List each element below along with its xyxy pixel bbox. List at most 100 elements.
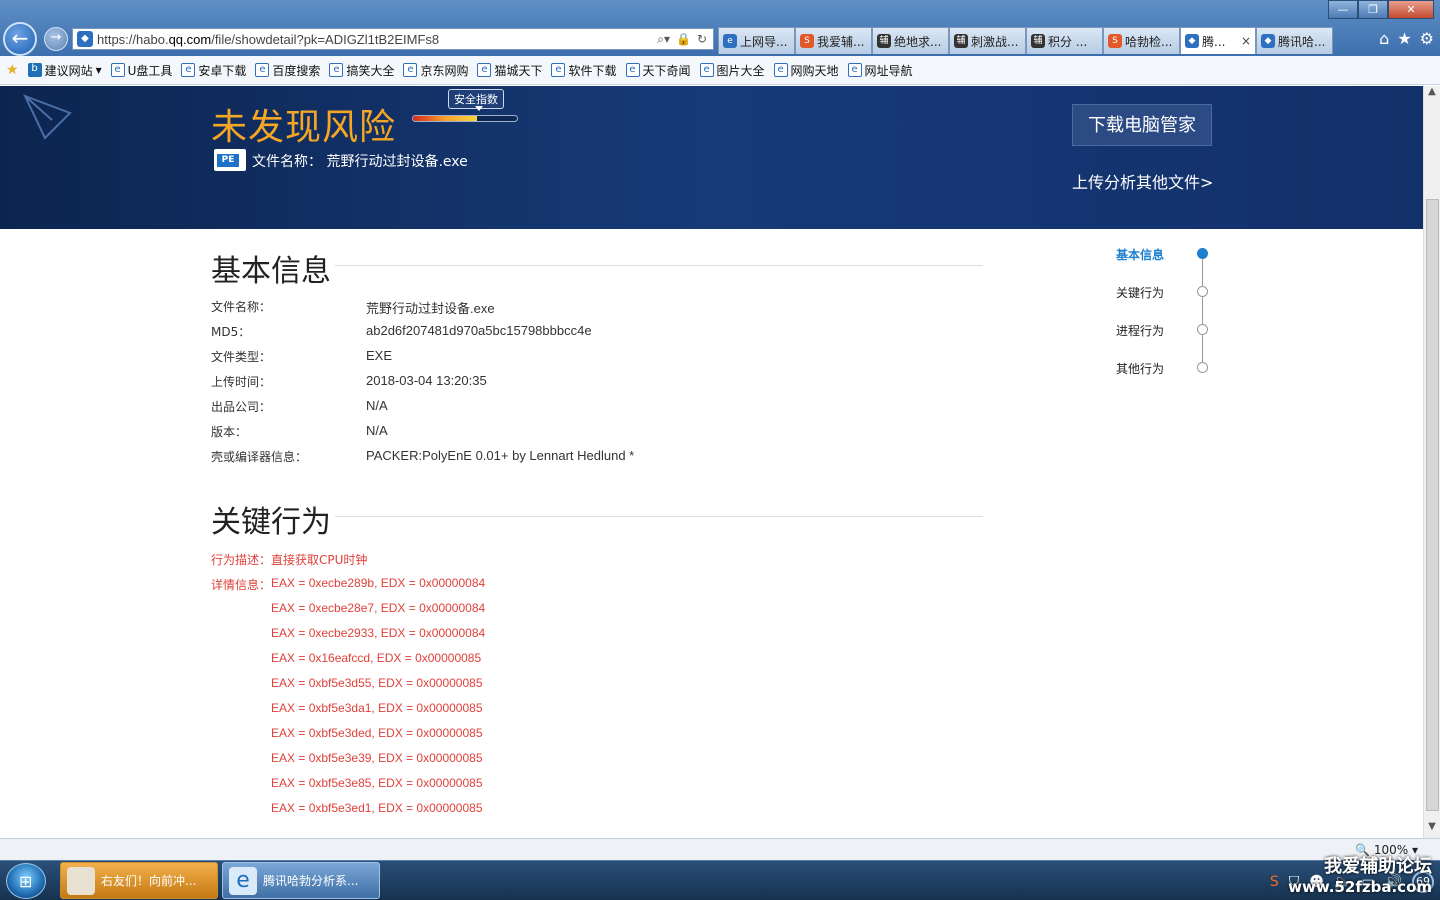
scroll-thumb[interactable] <box>1426 199 1439 811</box>
tab-strip: e 上网导... S 我爱辅... 辅绝地求... 辅刺激战... 辅积分 ... S 哈勃检.… <box>718 27 1333 54</box>
minimize-button[interactable]: — <box>1328 0 1358 19</box>
key-behavior-title: 关键行为 <box>211 505 331 540</box>
arrow-right-icon: → <box>50 30 62 45</box>
favorite-label: 图片大全 <box>716 63 765 78</box>
ie-icon: e <box>773 63 788 77</box>
zoom-icon: 🔍 <box>1355 843 1371 857</box>
favorite-link[interactable]: e 搞笑大全 <box>329 62 394 79</box>
search-icon[interactable]: ⌕▾ <box>657 32 670 47</box>
info-value: N/A <box>366 398 388 413</box>
side-nav-dot-icon[interactable] <box>1197 362 1208 373</box>
taskbar-item-chat[interactable]: 右友们！向前冲... <box>60 862 218 899</box>
side-nav-dot-icon[interactable] <box>1197 248 1208 259</box>
address-bar[interactable]: ◆ https://habo.qq.com/file/showdetail?pk… <box>72 28 714 50</box>
behavior-detail-line: EAX = 0xbf5e3d55, EDX = 0x00000085 <box>271 676 483 690</box>
browser-tab[interactable]: 辅积分 ... <box>1026 27 1103 54</box>
browser-tab[interactable]: S 我爱辅... <box>795 27 872 54</box>
favorite-label: 搞笑大全 <box>346 63 395 78</box>
favorite-link[interactable]: e 图片大全 <box>699 62 765 79</box>
url-text[interactable]: https://habo.qq.com/file/showdetail?pk=A… <box>97 32 657 47</box>
side-nav-item[interactable]: 进程行为 <box>1116 322 1164 339</box>
taskbar-item-ie[interactable]: e 腾讯哈勃分析系... <box>222 862 380 899</box>
browser-tab[interactable]: 辅刺激战... <box>949 27 1026 54</box>
chat-app-icon <box>67 866 95 895</box>
favorite-label: 网址导航 <box>864 63 913 78</box>
info-row: 文件名称： 荒野行动过封设备.exe <box>211 298 495 317</box>
favorites-star-icon[interactable]: ★ <box>1397 29 1411 48</box>
site-favicon-icon: ◆ <box>77 31 93 47</box>
info-key: 出品公司： <box>211 400 272 414</box>
favorite-link[interactable]: e 天下奇闻 <box>625 62 691 79</box>
windows-logo-icon: ⊞ <box>19 872 33 891</box>
favorite-link[interactable]: e U盘工具 <box>110 62 173 79</box>
close-window-button[interactable]: ✕ <box>1388 0 1434 19</box>
tab-label: 积分 ... <box>1048 34 1088 49</box>
side-nav-item[interactable]: 基本信息 <box>1116 246 1164 263</box>
favorite-link[interactable]: e 安卓下载 <box>181 62 246 79</box>
browser-tab[interactable]: e 上网导... <box>718 27 795 54</box>
arrow-left-icon: ← <box>11 26 29 50</box>
browser-tab[interactable]: ◆ 腾讯哈... <box>1256 27 1333 54</box>
vertical-scrollbar[interactable]: ▲ ▼ <box>1423 86 1440 838</box>
gauge-pointer-icon <box>475 106 483 111</box>
tab-favicon-icon: 辅 <box>877 34 891 48</box>
back-button[interactable]: ← <box>3 22 37 56</box>
start-button[interactable]: ⊞ <box>6 863 46 899</box>
favorite-link[interactable]: e 软件下载 <box>551 62 617 79</box>
taskbar-item-label: 右友们！向前冲... <box>101 874 197 888</box>
maximize-button[interactable]: ❐ <box>1358 0 1388 19</box>
favorite-label: 京东网购 <box>420 63 469 78</box>
info-key: MD5： <box>211 325 251 339</box>
info-value: EXE <box>366 348 393 363</box>
favorite-link[interactable]: e 百度搜索 <box>255 62 320 79</box>
browser-tab[interactable]: ◆ 腾... × <box>1180 27 1256 54</box>
window-controls: — ❐ ✕ <box>1328 0 1434 19</box>
browser-tab[interactable]: 辅绝地求... <box>872 27 949 54</box>
favorite-link[interactable]: e 网址导航 <box>847 62 913 79</box>
side-nav-dot-icon[interactable] <box>1197 286 1208 297</box>
refresh-icon[interactable]: ↻ <box>697 32 707 47</box>
bing-icon: b <box>27 63 42 77</box>
behavior-description: 行为描述：直接获取CPU时钟 <box>211 553 368 567</box>
info-key: 文件名称： <box>211 300 272 314</box>
upload-other-file-link[interactable]: 上传分析其他文件> <box>1072 169 1213 193</box>
tab-label: 刺激战... <box>971 34 1019 49</box>
side-nav-dot-icon[interactable] <box>1197 324 1208 335</box>
favorite-link[interactable]: e 网购天地 <box>773 62 839 79</box>
ie-icon: e <box>403 63 418 77</box>
favorite-link[interactable]: e 京东网购 <box>403 62 468 79</box>
favorite-link[interactable]: b 建议网站 ▾ <box>27 62 102 79</box>
info-value: 2018-03-04 13:20:35 <box>366 373 487 388</box>
dropdown-arrow-icon[interactable]: ▾ <box>96 63 102 77</box>
favorite-label: 软件下载 <box>568 63 617 78</box>
info-key: 文件类型： <box>211 350 272 364</box>
tab-label: 绝地求... <box>894 34 942 49</box>
section-divider <box>335 265 983 266</box>
favorites-star[interactable]: ★ <box>6 62 19 78</box>
lock-icon[interactable]: 🔒 <box>676 32 691 47</box>
gauge-fill <box>413 116 478 121</box>
browser-right-tools: ⌂ ★ ⚙ <box>1379 29 1434 48</box>
info-row: 上传时间： 2018-03-04 13:20:35 <box>211 373 487 390</box>
side-nav-item[interactable]: 其他行为 <box>1116 360 1164 377</box>
info-value: ab2d6f207481d970a5bc15798bbbcc4e <box>366 323 592 338</box>
favorite-link[interactable]: e 猫城天下 <box>477 62 542 79</box>
home-icon[interactable]: ⌂ <box>1379 29 1389 48</box>
tab-close-icon[interactable]: × <box>1241 34 1255 48</box>
forward-button[interactable]: → <box>44 27 68 51</box>
scroll-down-icon[interactable]: ▼ <box>1424 821 1440 838</box>
download-pc-manager-button[interactable]: 下载电脑管家 <box>1072 104 1212 146</box>
tab-label: 我爱辅... <box>817 34 865 49</box>
side-nav-item[interactable]: 关键行为 <box>1116 284 1164 301</box>
ie-icon: e <box>110 63 125 77</box>
favorite-label: 网购天地 <box>790 63 839 78</box>
tab-label: 哈勃检... <box>1125 34 1173 49</box>
ie-icon: e <box>551 63 566 77</box>
sogou-ime-icon[interactable]: S <box>1270 874 1279 890</box>
browser-tab[interactable]: S 哈勃检... <box>1103 27 1180 54</box>
risk-title: 未发现风险 <box>211 107 397 148</box>
zoom-level[interactable]: 🔍 100% ▾ <box>1355 843 1418 857</box>
favorite-label: U盘工具 <box>127 63 173 78</box>
scroll-up-icon[interactable]: ▲ <box>1424 86 1440 103</box>
settings-gear-icon[interactable]: ⚙ <box>1420 29 1434 48</box>
